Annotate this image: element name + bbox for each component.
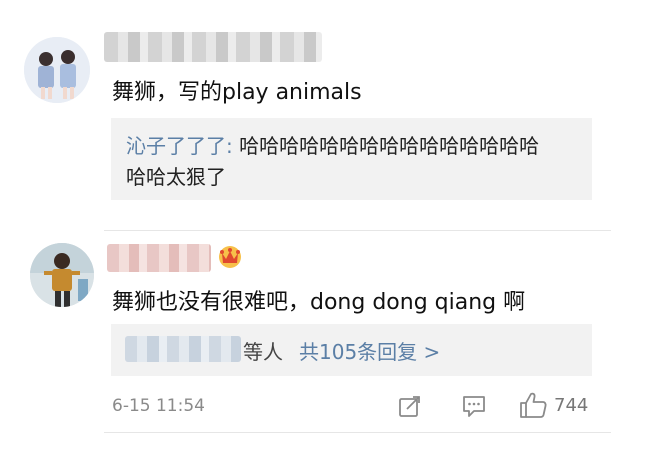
share-icon[interactable]: [397, 393, 423, 419]
comment-icon[interactable]: [461, 393, 487, 419]
comment-timestamp: 6-15 11:54: [112, 396, 205, 416]
comment-text: 舞狮也没有很难吧，dong dong qiang 啊: [112, 290, 526, 315]
user-avatar[interactable]: [24, 37, 90, 103]
like-count: 744: [554, 395, 589, 416]
thumbs-up-icon[interactable]: [518, 391, 548, 419]
reply-usernames-blurred: [125, 336, 241, 362]
reply-author-link[interactable]: 沁子了了了:: [126, 134, 233, 158]
reply-preview-line: 沁子了了了: 哈哈哈哈哈哈哈哈哈哈哈哈哈哈哈: [126, 130, 539, 159]
avatar-photo: [24, 37, 90, 103]
username-blurred[interactable]: [104, 32, 322, 62]
reply-text-continued: 哈哈太狠了: [126, 165, 226, 189]
comment-text: 舞狮，写的play animals: [112, 80, 362, 105]
username-blurred[interactable]: [107, 244, 211, 272]
comment-divider: [104, 230, 611, 231]
user-avatar[interactable]: [30, 243, 94, 307]
vip-crown-badge-icon[interactable]: [216, 243, 244, 269]
reply-text: 哈哈哈哈哈哈哈哈哈哈哈哈哈哈哈: [232, 134, 540, 158]
avatar-photo: [30, 243, 94, 307]
view-replies-link[interactable]: 共105条回复 >: [299, 336, 440, 365]
comment-divider: [104, 432, 611, 433]
reply-summary-suffix: 等人: [243, 340, 283, 364]
